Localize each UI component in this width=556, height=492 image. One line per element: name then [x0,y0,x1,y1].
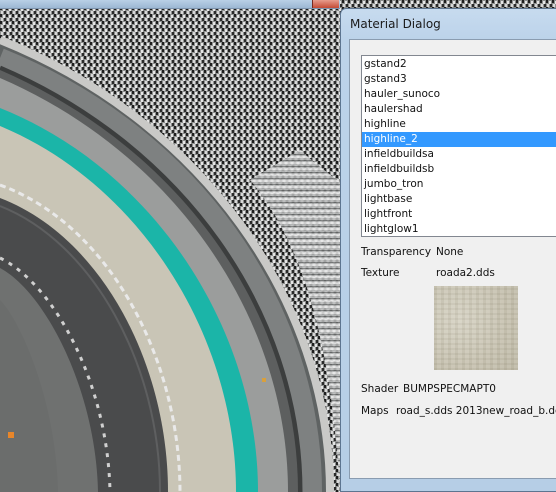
list-item[interactable]: lightfront [362,207,556,222]
window-title-strip [0,0,340,9]
maps-value: road_s.dds 2013new_road_b.dds [396,405,556,417]
texture-preview [434,286,518,370]
list-item[interactable]: gstand3 [362,72,556,87]
list-item[interactable]: lightglow1 [362,222,556,236]
close-button[interactable] [312,0,339,8]
transparency-value: None [436,246,464,258]
dialog-title: Material Dialog [350,17,441,31]
list-item[interactable]: infieldbuildsa [362,147,556,162]
transparency-label: Transparency [361,246,432,258]
material-dialog: Material Dialog gstand2 gstand3 hauler_sun… [340,8,556,492]
list-item[interactable]: gstand2 [362,57,556,72]
shader-label: Shader [361,383,399,395]
list-item[interactable]: haulershad [362,102,556,117]
list-item[interactable]: infieldbuildsb [362,162,556,177]
list-item[interactable]: jumbo_tron [362,177,556,192]
list-item[interactable]: lightbase [362,192,556,207]
list-item[interactable]: highline [362,117,556,132]
dialog-client-area: gstand2 gstand3 hauler_sunoco haulershad hig… [349,39,556,479]
texture-label: Texture [361,267,400,279]
list-item[interactable]: hauler_sunoco [362,87,556,102]
list-item[interactable]: highline_2 [362,132,556,147]
shader-value: BUMPSPECMAPT0 [403,383,496,395]
material-list[interactable]: gstand2 gstand3 hauler_sunoco haulershad hig… [361,55,556,237]
maps-label: Maps [361,405,389,417]
texture-value: roada2.dds [436,267,495,279]
